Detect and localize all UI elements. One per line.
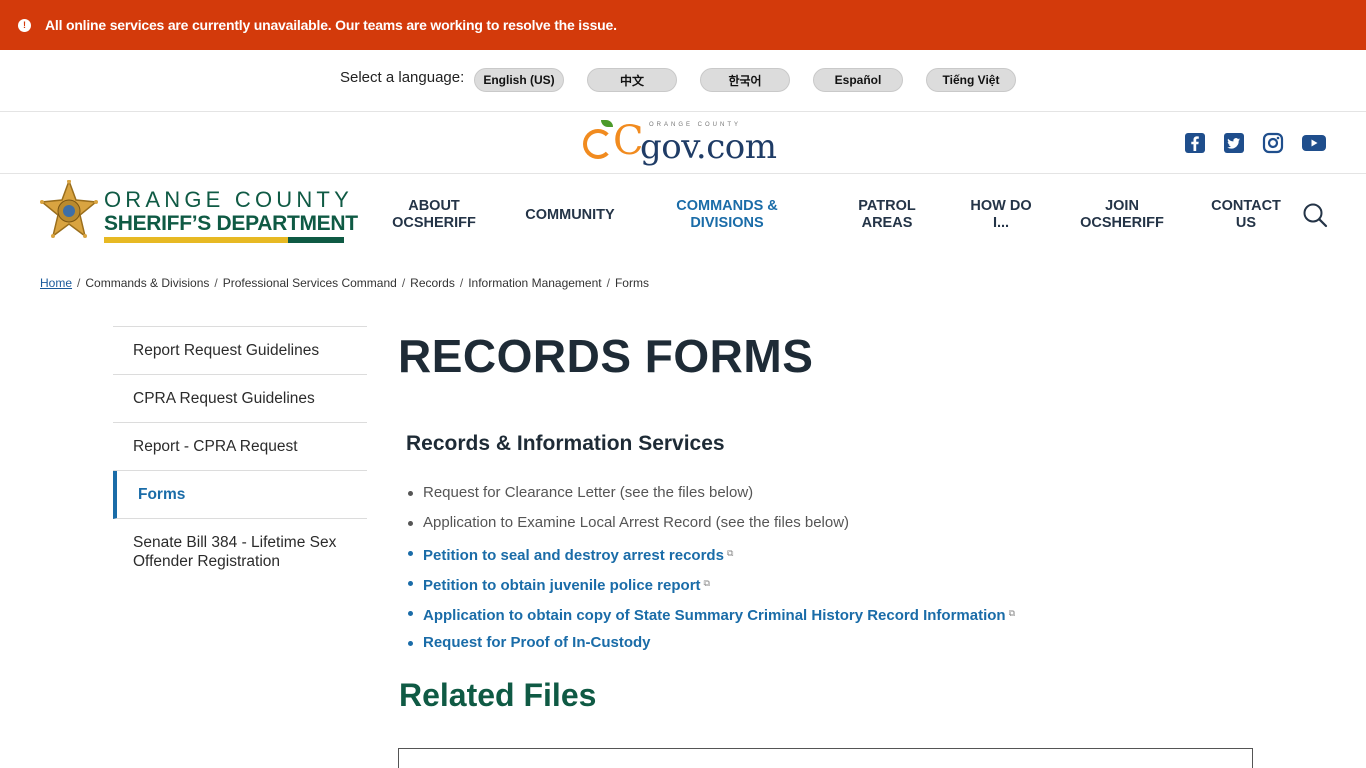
side-nav: Report Request Guidelines CPRA Request G… [113,326,367,585]
instagram-icon[interactable] [1262,132,1284,154]
ocgov-bar: OC C ORANGE COUNTY gov.com [0,112,1366,174]
ocgov-logo[interactable]: OC C ORANGE COUNTY gov.com [583,117,788,171]
side-item-report-request-guidelines[interactable]: Report Request Guidelines [113,327,367,375]
external-link-icon: ⧉ [726,548,734,558]
nav-contact-us[interactable]: CONTACT US [1208,198,1284,232]
sheriff-logo-line2: SHERIFF’S DEPARTMENT [104,212,358,235]
ocgov-logo-text: gov.com [640,127,777,167]
language-label: Select a language: [340,69,465,86]
side-item-cpra-request-guidelines[interactable]: CPRA Request Guidelines [113,375,367,423]
related-files-table [398,748,1253,768]
language-korean-button[interactable]: 한국어 [700,68,790,92]
nav-community[interactable]: COMMUNITY [520,207,620,224]
nav-how-do-i[interactable]: HOW DO I... [966,198,1036,232]
language-spanish-button[interactable]: Español [813,68,903,92]
alert-banner: ! All online services are currently unav… [0,0,1366,50]
language-bar: Select a language: English (US) 中文 한국어 E… [0,50,1366,112]
sheriff-logo[interactable]: ORANGE COUNTY SHERIFF’S DEPARTMENT [40,180,358,243]
forms-list: Request for Clearance Letter (see the fi… [406,482,1015,662]
list-item-link[interactable]: Petition to seal and destroy arrest reco… [406,542,1015,572]
language-english-button[interactable]: English (US) [474,68,564,92]
list-item-link[interactable]: Application to obtain copy of State Summ… [406,602,1015,632]
breadcrumb-current: Forms [614,276,649,290]
info-icon: ! [18,18,31,32]
facebook-icon[interactable] [1184,132,1206,154]
list-item-link[interactable]: Petition to obtain juvenile police repor… [406,572,1015,602]
breadcrumb-item[interactable]: Commands & Divisions [85,276,209,290]
nav-patrol-areas[interactable]: PATROL AREAS [852,198,922,232]
side-item-forms[interactable]: Forms [113,471,367,519]
external-link-icon: ⧉ [1008,608,1016,618]
related-files-title: Related Files [399,677,597,713]
breadcrumb-item[interactable]: Information Management [468,276,601,290]
side-item-report-cpra-request[interactable]: Report - CPRA Request [113,423,367,471]
language-chinese-button[interactable]: 中文 [587,68,677,92]
nav-join-ocsheriff[interactable]: JOIN OCSHERIFF [1078,198,1166,232]
breadcrumb-item[interactable]: Records [410,276,455,290]
main-nav: ORANGE COUNTY SHERIFF’S DEPARTMENT ABOUT… [0,174,1366,254]
list-item: Request for Clearance Letter (see the fi… [406,482,1015,512]
side-item-senate-bill-384[interactable]: Senate Bill 384 - Lifetime Sex Offender … [113,519,367,585]
search-icon[interactable] [1302,202,1328,228]
nav-commands-divisions[interactable]: COMMANDS & DIVISIONS [672,198,782,232]
nav-about-ocsheriff[interactable]: ABOUT OCSHERIFF [392,198,476,232]
list-item-link[interactable]: Request for Proof of In-Custody [406,632,1015,662]
sheriff-badge-icon [40,180,98,238]
language-vietnamese-button[interactable]: Tiếng Việt [926,68,1016,92]
external-link-icon: ⧉ [703,578,710,588]
alert-text: All online services are currently unavai… [45,17,617,33]
section-title: Records & Information Services [406,432,725,455]
breadcrumb-item[interactable]: Professional Services Command [223,276,397,290]
breadcrumb-home[interactable]: Home [40,276,72,290]
page-title: RECORDS FORMS [398,330,814,382]
breadcrumb: Home / Commands & Divisions / Professional S… [40,276,649,290]
sheriff-logo-line1: ORANGE COUNTY [104,187,353,212]
twitter-icon[interactable] [1223,132,1245,154]
youtube-icon[interactable] [1301,132,1327,154]
list-item: Application to Examine Local Arrest Reco… [406,512,1015,542]
